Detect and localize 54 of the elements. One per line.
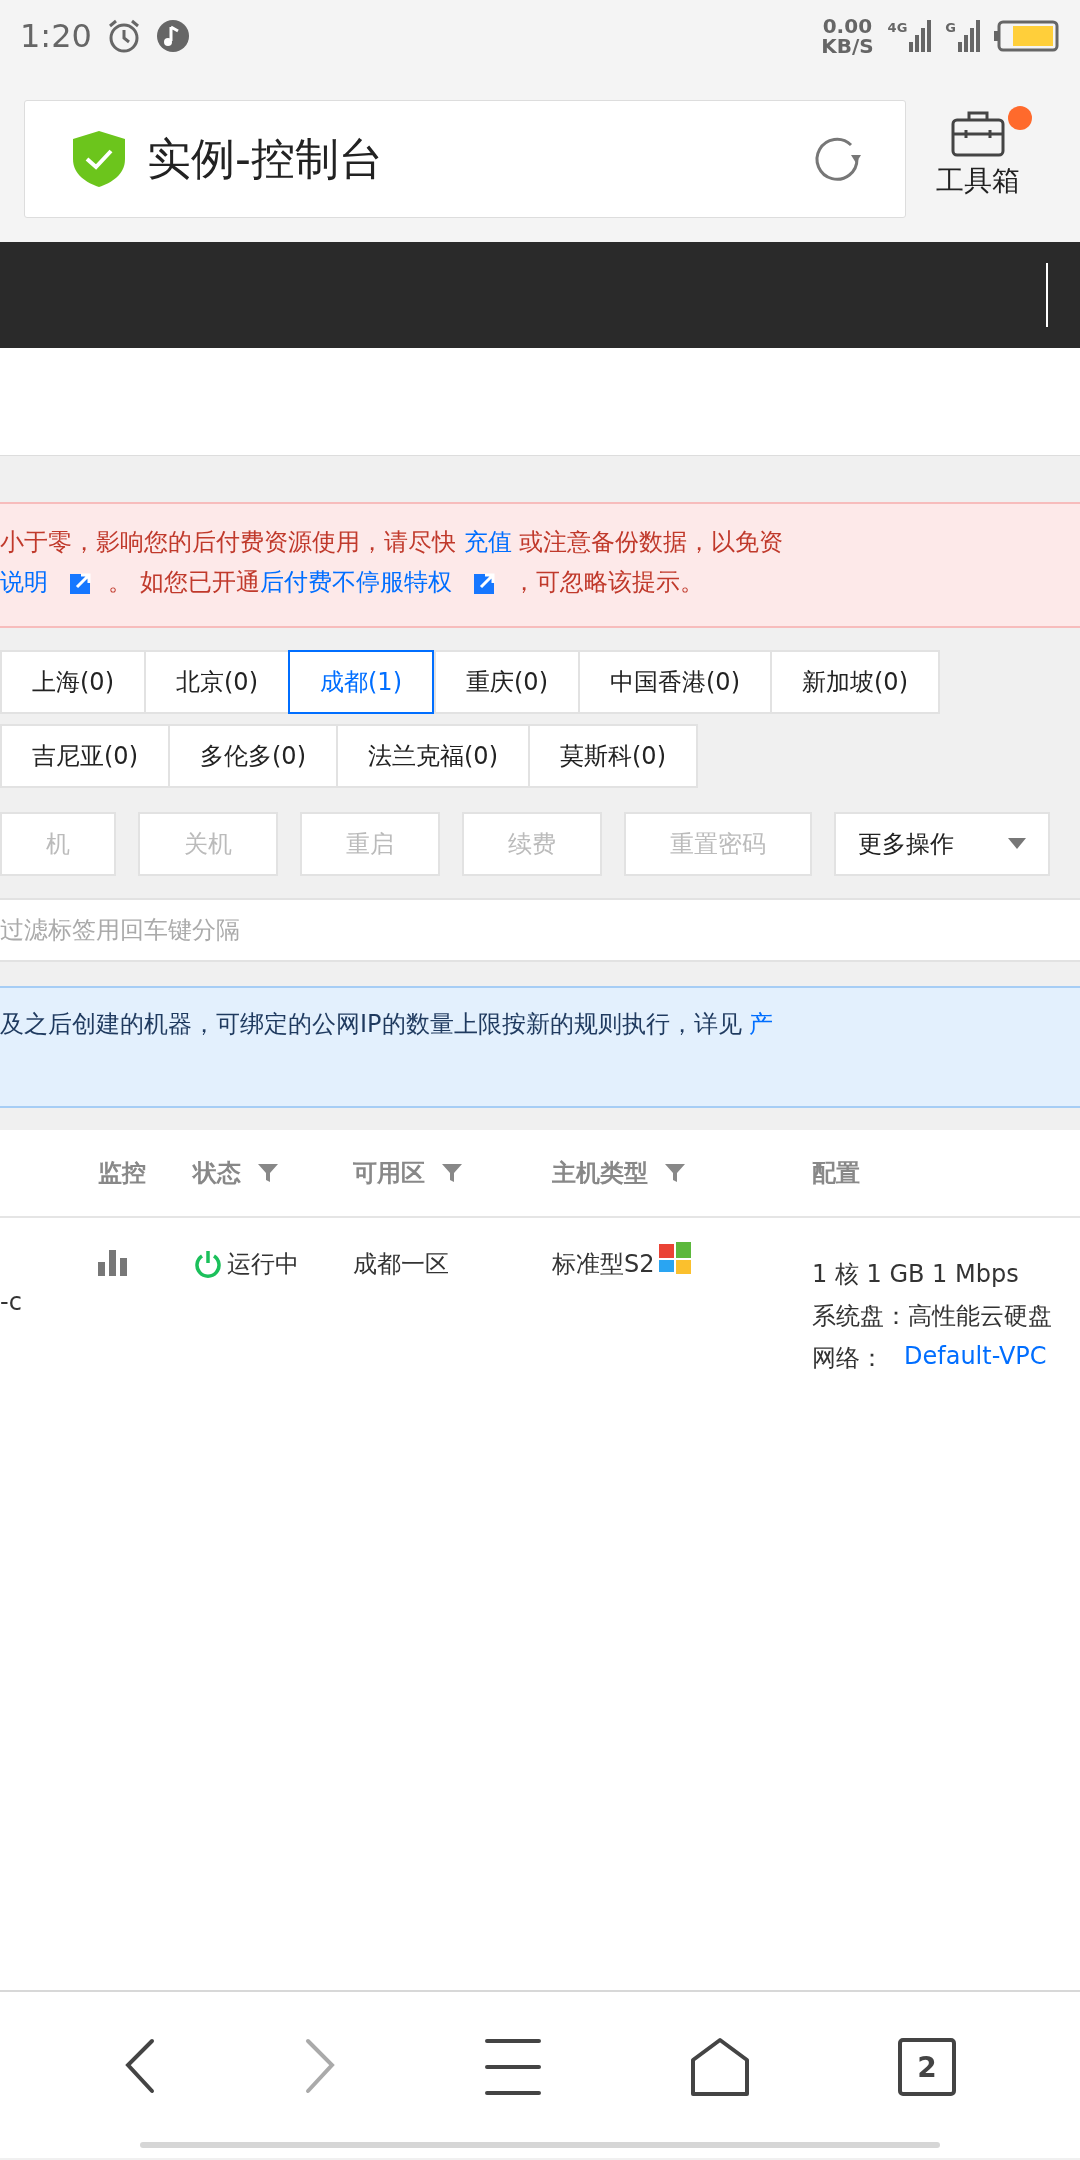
region-tab[interactable]: 成都(1) (288, 650, 434, 714)
signal-icon (909, 20, 932, 52)
battery-icon (994, 20, 1060, 52)
signal-icon (958, 20, 980, 52)
region-tab[interactable]: 重庆(0) (434, 650, 580, 714)
toolbox-label[interactable]: 工具箱 (936, 162, 1020, 200)
info-link[interactable]: 产 (749, 1010, 774, 1038)
music-note-icon (155, 19, 190, 53)
filter-icon[interactable] (664, 1162, 686, 1184)
filter-icon[interactable] (257, 1162, 279, 1184)
menu-button[interactable] (484, 2037, 542, 2097)
config-text: 网络： (812, 1343, 884, 1374)
table-cell-text: -c (0, 1287, 23, 1316)
more-actions-dropdown[interactable]: 更多操作 (834, 812, 1050, 876)
filter-icon[interactable] (441, 1162, 463, 1184)
column-header: 状态 (193, 1157, 353, 1189)
column-header: 监控 (98, 1158, 147, 1189)
table-cell-text: 成都一区 (353, 1249, 450, 1280)
column-header: 可用区 (353, 1157, 552, 1189)
clock-time: 1:20 (20, 17, 92, 55)
region-tab[interactable]: 法兰克福(0) (336, 724, 530, 788)
config-text: 系统盘：高性能云硬盘 (812, 1301, 1053, 1332)
network-speed: 0.00 KB/S (821, 16, 874, 56)
home-button[interactable] (690, 2037, 750, 2097)
network-type: G (945, 20, 956, 35)
region-tab[interactable]: 多伦多(0) (168, 724, 338, 788)
region-tab[interactable]: 中国香港(0) (578, 650, 772, 714)
caret-icon (1008, 838, 1026, 850)
region-tab[interactable]: 吉尼亚(0) (0, 724, 170, 788)
status-cell: 运行中 (193, 1248, 353, 1280)
warning-link[interactable]: 充值 (463, 528, 512, 556)
region-tab[interactable]: 北京(0) (144, 650, 290, 714)
region-tab[interactable]: 上海(0) (0, 650, 146, 714)
column-header: 配置 (812, 1158, 861, 1189)
config-text: 1 核 1 GB 1 Mbps (812, 1259, 1020, 1290)
vpc-link[interactable]: Default-VPC (904, 1342, 1047, 1374)
warning-link[interactable]: 后付费不停服特权 (259, 568, 452, 596)
address-bar[interactable]: 实例-控制台 (24, 100, 906, 218)
tag-filter-field[interactable]: 过滤标签用回车键分隔 (0, 898, 1080, 962)
power-icon (193, 1249, 223, 1279)
warning-link[interactable]: 说明 (0, 568, 48, 596)
warning-text: 小于零，影响您的后付费资源使用，请尽快 充值 或注意备份数据，以免资 (0, 527, 785, 558)
tabs-button[interactable]: 2 (898, 2038, 956, 2096)
region-tab[interactable]: 莫斯科(0) (528, 724, 698, 788)
table-cell: 标准型S2 (552, 1248, 812, 1280)
toolbox-icon[interactable] (950, 110, 1006, 158)
network-type: 4G (887, 20, 908, 35)
info-text: 及之后创建的机器，可绑定的公网IP的数量上限按新的规则执行，详见 产 (0, 1009, 775, 1040)
column-header: 主机类型 (552, 1157, 812, 1189)
warning-text: 说明 。 如您已开通后付费不停服特权 ，可忽略该提示。 (0, 567, 705, 598)
bar-chart-icon[interactable] (98, 1248, 128, 1276)
page-title: 实例-控制台 (147, 131, 384, 186)
windows-logo-icon (658, 1240, 691, 1274)
region-tab[interactable]: 新加坡(0) (770, 650, 940, 714)
